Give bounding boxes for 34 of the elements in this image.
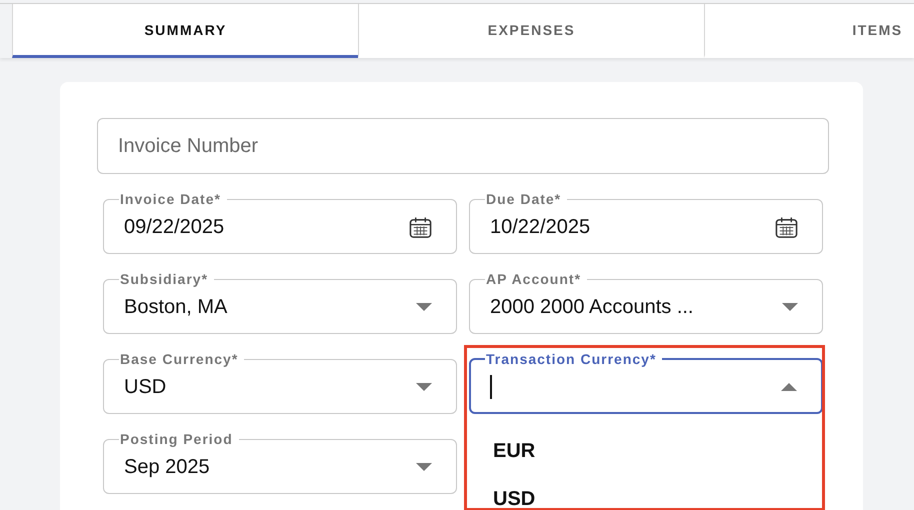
field-value: USD bbox=[124, 376, 168, 398]
select-field[interactable]: Subsidiary* Boston, MA bbox=[103, 271, 457, 334]
select-field[interactable]: AP Account* 2000 2000 Accounts ... bbox=[469, 271, 823, 334]
field-value: Sep 2025 bbox=[124, 456, 211, 478]
dropdown-option[interactable]: USD bbox=[469, 475, 823, 510]
date-field[interactable]: Invoice Date* 09/22/2025 bbox=[103, 191, 457, 254]
caret-down-icon[interactable] bbox=[782, 303, 798, 311]
tab[interactable]: ITEMS bbox=[704, 4, 914, 58]
field-label: Base Currency* bbox=[119, 351, 240, 367]
dropdown-option[interactable]: EUR bbox=[469, 427, 823, 475]
select-field[interactable]: Posting Period Sep 2025 bbox=[103, 431, 457, 494]
caret-down-icon[interactable] bbox=[416, 303, 432, 311]
invoice-number-field[interactable]: Invoice Number bbox=[97, 118, 829, 174]
caret-down-icon[interactable] bbox=[416, 463, 432, 471]
date-field[interactable]: Due Date* 10/22/2025 bbox=[469, 191, 823, 254]
tab[interactable]: EXPENSES bbox=[358, 4, 704, 58]
text-cursor bbox=[490, 374, 492, 398]
tab[interactable]: SUMMARY bbox=[12, 4, 358, 58]
field-label: Subsidiary* bbox=[119, 271, 210, 287]
field-value: Boston, MA bbox=[124, 296, 228, 318]
caret-down-icon[interactable] bbox=[416, 383, 432, 391]
field-label: AP Account* bbox=[485, 271, 582, 287]
field-value: 10/22/2025 bbox=[490, 216, 592, 238]
caret-up-icon[interactable] bbox=[781, 382, 797, 390]
field-value: 2000 2000 Accounts ... bbox=[490, 296, 694, 318]
select-field[interactable]: Base Currency* USD bbox=[103, 351, 457, 414]
calendar-icon[interactable] bbox=[409, 216, 432, 238]
select-field[interactable]: Transaction Currency* bbox=[469, 351, 823, 414]
field-label: Posting Period bbox=[119, 431, 234, 447]
calendar-icon[interactable] bbox=[775, 216, 798, 238]
field-label: Invoice Date* bbox=[119, 191, 222, 207]
field-label: Transaction Currency* bbox=[485, 351, 658, 367]
field-label: Due Date* bbox=[485, 191, 562, 207]
field-value: 09/22/2025 bbox=[124, 216, 226, 238]
